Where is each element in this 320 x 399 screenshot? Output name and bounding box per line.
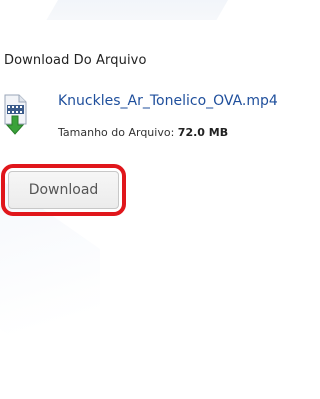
section-title: Download Do Arquivo: [4, 53, 147, 68]
file-name-link[interactable]: Knuckles_Ar_Tonelico_OVA.mp4: [58, 93, 278, 109]
video-file-download-icon: [4, 94, 27, 135]
background-decoration: [46, 0, 240, 20]
file-size-label: Tamanho do Arquivo:: [58, 126, 175, 139]
download-button[interactable]: Download: [8, 171, 119, 209]
file-size-info: Tamanho do Arquivo: 72.0 MB: [58, 126, 228, 139]
file-size-value: 72.0 MB: [177, 126, 229, 139]
